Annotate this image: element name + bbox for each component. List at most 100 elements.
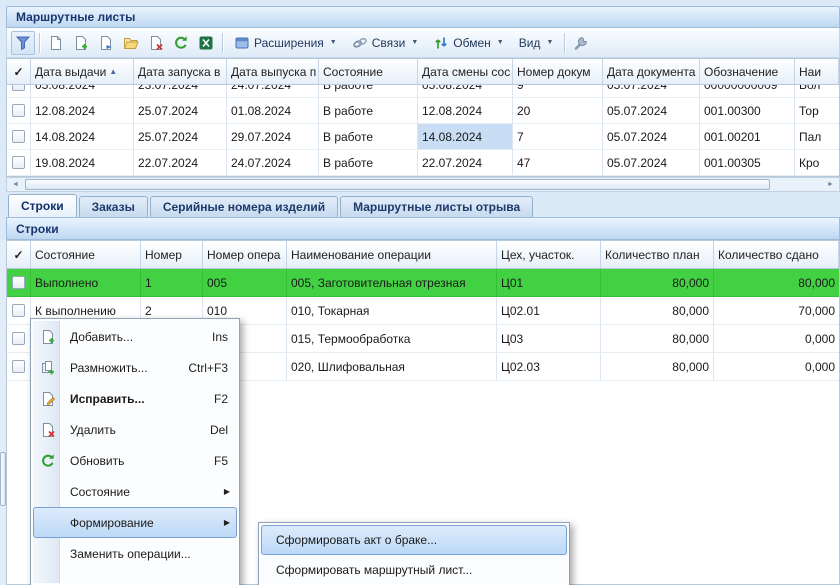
cell[interactable]: Ц03: [497, 325, 601, 352]
cell[interactable]: 12.08.2024: [31, 98, 134, 123]
cell[interactable]: В работе: [319, 85, 418, 97]
cell[interactable]: В работе: [319, 98, 418, 123]
row-checkbox[interactable]: [12, 130, 25, 143]
menu-item-duplicate[interactable]: Размножить... Ctrl+F3: [33, 352, 237, 383]
column-header-operation-name[interactable]: Наименование операции: [287, 241, 497, 268]
tab-tear-off-route-sheets[interactable]: Маршрутные листы отрыва: [340, 196, 533, 217]
cell[interactable]: 005: [203, 269, 287, 296]
row-checkbox[interactable]: [12, 304, 25, 317]
vertical-scrollbar-thumb[interactable]: [0, 452, 6, 506]
open-folder-button[interactable]: [119, 31, 143, 55]
row-checkbox[interactable]: [12, 104, 25, 117]
menu-item-generate-defect-act[interactable]: Сформировать акт о браке...: [261, 525, 567, 555]
column-header-state[interactable]: Состояние: [31, 241, 141, 268]
column-header-doc-date[interactable]: Дата документа: [603, 59, 700, 84]
vertical-scrollbar[interactable]: [0, 240, 6, 585]
cell[interactable]: 0,000: [714, 325, 839, 352]
cell[interactable]: 22.07.2024: [134, 150, 227, 175]
excel-export-button[interactable]: [194, 31, 218, 55]
exchange-menu-button[interactable]: Обмен ▼: [426, 31, 510, 55]
cell[interactable]: 24.07.2024: [227, 85, 319, 97]
menu-item-edit[interactable]: Исправить... F2: [33, 383, 237, 414]
tab-zakazy[interactable]: Заказы: [79, 196, 148, 217]
cell[interactable]: 010, Токарная: [287, 297, 497, 324]
column-header-state[interactable]: Состояние: [319, 59, 418, 84]
new-document-button[interactable]: [44, 31, 68, 55]
column-header-date-start[interactable]: Дата запуска в: [134, 59, 227, 84]
cell[interactable]: 25.07.2024: [134, 98, 227, 123]
table-row[interactable]: 05.08.2024 23.07.2024 24.07.2024 В работ…: [7, 85, 839, 98]
cell[interactable]: 24.07.2024: [227, 150, 319, 175]
cell[interactable]: 80,000: [601, 297, 714, 324]
cell[interactable]: 1: [141, 269, 203, 296]
menu-item-refresh[interactable]: Обновить F5: [33, 445, 237, 476]
cell[interactable]: 19.08.2024: [31, 150, 134, 175]
delete-document-button[interactable]: [144, 31, 168, 55]
cell[interactable]: Вол: [795, 85, 839, 97]
cell[interactable]: Выполнено: [31, 269, 141, 296]
horizontal-scrollbar-thumb[interactable]: [25, 179, 770, 190]
cell[interactable]: 05.08.2024: [31, 85, 134, 97]
cell[interactable]: 05.07.2024: [603, 150, 700, 175]
tab-stroki[interactable]: Строки: [8, 194, 77, 217]
cell[interactable]: Пал: [795, 124, 839, 149]
cell[interactable]: 015, Термообработка: [287, 325, 497, 352]
row-checkbox[interactable]: [12, 85, 25, 91]
cell[interactable]: 001.00201: [700, 124, 795, 149]
column-header-designation[interactable]: Обозначение: [700, 59, 795, 84]
table-row[interactable]: 12.08.2024 25.07.2024 01.08.2024 В работ…: [7, 98, 839, 124]
tab-serial-numbers[interactable]: Серийные номера изделий: [150, 196, 338, 217]
column-header-shop[interactable]: Цех, участок.: [497, 241, 601, 268]
selected-cell[interactable]: 14.08.2024: [418, 124, 513, 149]
cell[interactable]: 05.07.2024: [603, 124, 700, 149]
cell[interactable]: 05.08.2024: [418, 85, 513, 97]
column-header-qty-plan[interactable]: Количество план: [601, 241, 714, 268]
column-header-qty-done[interactable]: Количество сдано: [714, 241, 839, 268]
table-row[interactable]: 19.08.2024 22.07.2024 24.07.2024 В работ…: [7, 150, 839, 176]
cell[interactable]: Ц02.01: [497, 297, 601, 324]
extensions-menu-button[interactable]: Расширения ▼: [227, 31, 344, 55]
cell[interactable]: 25.07.2024: [134, 124, 227, 149]
cell[interactable]: 20: [513, 98, 603, 123]
menu-item-add[interactable]: Добавить... Ins: [33, 321, 237, 352]
cell[interactable]: В работе: [319, 124, 418, 149]
cell[interactable]: 9: [513, 85, 603, 97]
column-header-name[interactable]: Наи: [795, 59, 839, 84]
horizontal-scrollbar[interactable]: ◄ ►: [6, 177, 840, 192]
copy-document-button[interactable]: [94, 31, 118, 55]
menu-item-state[interactable]: Состояние ▶: [33, 476, 237, 507]
cell[interactable]: 0,000: [714, 353, 839, 380]
column-header-date-release[interactable]: Дата выпуска п: [227, 59, 319, 84]
cell[interactable]: Ц01: [497, 269, 601, 296]
filter-button[interactable]: [11, 31, 35, 55]
cell[interactable]: 05.07.2024: [603, 85, 700, 97]
select-all-header[interactable]: ✓: [7, 59, 31, 84]
column-header-number[interactable]: Номер: [141, 241, 203, 268]
cell[interactable]: 80,000: [601, 353, 714, 380]
cell[interactable]: 23.07.2024: [134, 85, 227, 97]
scroll-left-arrow-icon[interactable]: ◄: [8, 178, 23, 191]
refresh-button[interactable]: [169, 31, 193, 55]
cell[interactable]: 001.00305: [700, 150, 795, 175]
view-menu-button[interactable]: Вид ▼: [512, 31, 561, 55]
cell[interactable]: 80,000: [601, 269, 714, 296]
cell[interactable]: Ц02.03: [497, 353, 601, 380]
column-header-op-number[interactable]: Номер опера: [203, 241, 287, 268]
cell[interactable]: 00000000009: [700, 85, 795, 97]
cell[interactable]: Кро: [795, 150, 839, 175]
row-checkbox[interactable]: [12, 332, 25, 345]
cell[interactable]: 12.08.2024: [418, 98, 513, 123]
cell[interactable]: 005, Заготовительная отрезная: [287, 269, 497, 296]
cell[interactable]: 47: [513, 150, 603, 175]
cell[interactable]: 29.07.2024: [227, 124, 319, 149]
cell[interactable]: 22.07.2024: [418, 150, 513, 175]
column-header-date-issued[interactable]: Дата выдачи▲: [31, 59, 134, 84]
scroll-right-arrow-icon[interactable]: ►: [823, 178, 838, 191]
cell[interactable]: 05.07.2024: [603, 98, 700, 123]
cell[interactable]: 020, Шлифовальная: [287, 353, 497, 380]
cell[interactable]: 14.08.2024: [31, 124, 134, 149]
table-row[interactable]: 14.08.2024 25.07.2024 29.07.2024 В работ…: [7, 124, 839, 150]
cell[interactable]: 80,000: [601, 325, 714, 352]
column-header-state-change-date[interactable]: Дата смены сос: [418, 59, 513, 84]
menu-item-generate-route-sheet[interactable]: Сформировать маршрутный лист...: [261, 555, 567, 585]
